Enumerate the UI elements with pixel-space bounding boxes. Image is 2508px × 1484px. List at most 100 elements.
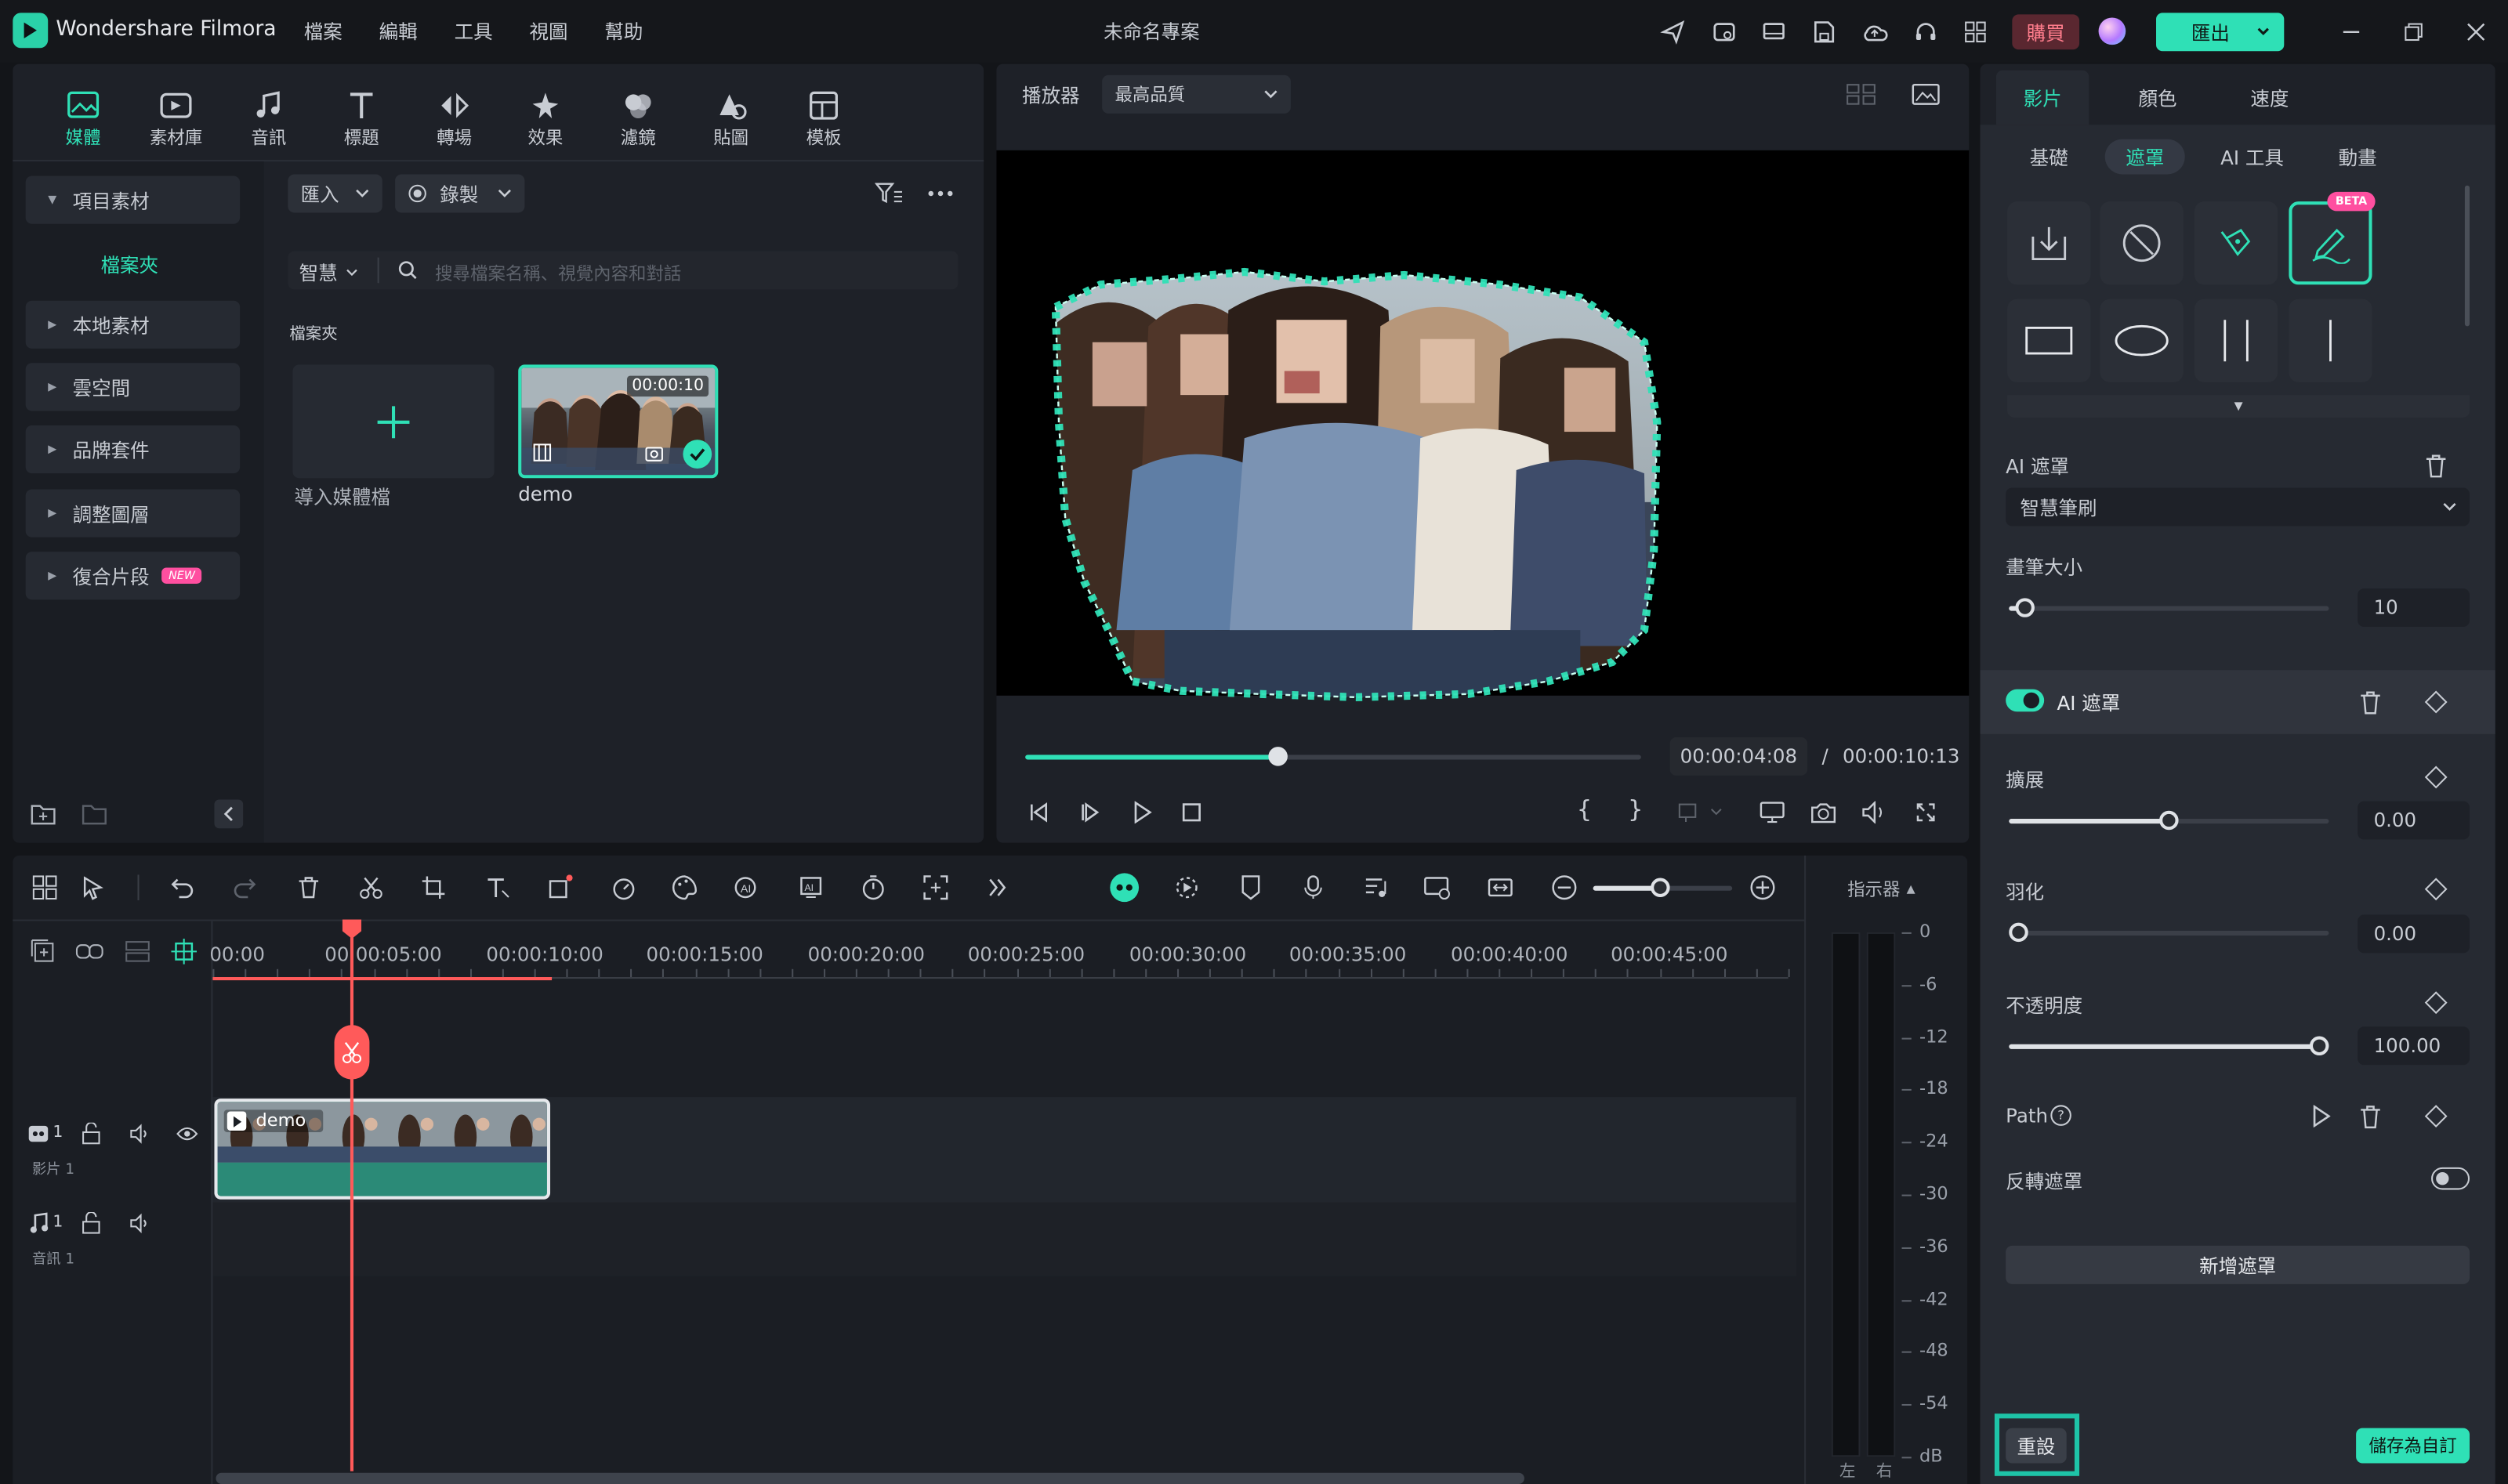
ai-mask-toggle[interactable] <box>2006 689 2045 712</box>
menu-help[interactable]: 幫助 <box>604 17 643 45</box>
folder-icon[interactable] <box>80 799 109 828</box>
split-marker-scissors-icon[interactable] <box>334 1025 370 1080</box>
import-media-tile[interactable] <box>292 364 495 479</box>
shape-icon[interactable] <box>544 871 576 903</box>
tab-templates[interactable]: 模板 <box>785 89 862 150</box>
sidebar-project-media[interactable]: ▼ 項目素材 <box>25 176 241 224</box>
import-dropdown[interactable]: 匯入 <box>288 174 382 213</box>
save-icon[interactable] <box>1807 16 1839 48</box>
mark-out-icon[interactable]: } <box>1629 794 1643 823</box>
smart-search-dropdown[interactable]: 智慧 <box>299 259 359 287</box>
next-frame-icon[interactable] <box>1075 798 1107 827</box>
trash-icon[interactable] <box>2356 688 2385 717</box>
select-cursor-icon[interactable] <box>77 871 109 903</box>
tab-effects[interactable]: 效果 <box>507 89 584 150</box>
speed-icon[interactable] <box>608 871 640 903</box>
current-time-box[interactable]: 00:00:04:08 <box>1669 737 1808 776</box>
brush-size-knob[interactable] <box>2015 598 2035 617</box>
collapse-sidebar-button[interactable] <box>214 799 244 829</box>
delete-icon[interactable] <box>292 871 324 903</box>
tab-titles[interactable]: 標題 <box>323 89 400 150</box>
zoom-in-icon[interactable] <box>1747 871 1779 903</box>
menu-view[interactable]: 視圖 <box>530 17 568 45</box>
mark-in-icon[interactable]: { <box>1577 794 1591 823</box>
tab-stock[interactable]: 素材庫 <box>138 89 215 150</box>
more-options-icon[interactable] <box>925 179 957 208</box>
mask-double-line-button[interactable] <box>2194 299 2278 382</box>
subtab-mask[interactable]: 遮罩 <box>2104 139 2185 175</box>
feather-input[interactable]: 0.00 <box>2358 914 2470 954</box>
subtab-basic[interactable]: 基礎 <box>2009 139 2089 175</box>
timeline-scrollbar-thumb[interactable] <box>216 1472 1524 1484</box>
snapshot-view-icon[interactable] <box>1908 80 1944 109</box>
close-icon[interactable] <box>2460 16 2492 48</box>
expand-input[interactable]: 0.00 <box>2358 801 2470 840</box>
timeline-video-clip[interactable]: demo <box>214 1099 551 1200</box>
insert-icon[interactable] <box>1673 798 1727 827</box>
redo-icon[interactable] <box>229 871 261 903</box>
lock-icon[interactable] <box>78 1211 104 1236</box>
monitor-icon[interactable] <box>1758 16 1790 48</box>
ai-tools-icon[interactable]: AI <box>731 871 763 903</box>
mask-ellipse-button[interactable] <box>2100 299 2184 382</box>
timer-icon[interactable] <box>857 871 890 903</box>
video-frame[interactable] <box>1036 262 1663 704</box>
brush-size-input[interactable]: 10 <box>2358 588 2470 628</box>
player-playhead-knob[interactable] <box>1268 747 1288 766</box>
feather-knob[interactable] <box>2009 922 2028 943</box>
tab-media[interactable]: 媒體 <box>45 89 121 150</box>
headset-icon[interactable] <box>1910 16 1942 48</box>
save-custom-button[interactable]: 儲存為自訂 <box>2356 1428 2470 1464</box>
trash-icon[interactable] <box>2422 451 2451 480</box>
sidebar-item-cloud[interactable]: ▶ 雲空間 <box>25 363 241 411</box>
sidebar-item-local[interactable]: ▶ 本地素材 <box>25 300 241 349</box>
restore-icon[interactable] <box>2397 16 2430 48</box>
zoom-out-icon[interactable] <box>1549 871 1581 903</box>
mask-ai-brush-button[interactable] <box>2289 201 2372 285</box>
apps-grid-icon[interactable] <box>1959 16 1992 48</box>
eye-icon[interactable] <box>174 1121 200 1147</box>
search-input[interactable]: 搜尋檔案名稱、視覺內容和對話 <box>435 261 681 287</box>
opacity-knob[interactable] <box>2309 1036 2329 1056</box>
record-dropdown[interactable]: 錄製 <box>395 174 525 213</box>
sidebar-item-compound[interactable]: ▶ 復合片段 NEW <box>25 552 241 600</box>
menu-file[interactable]: 檔案 <box>304 17 342 45</box>
buy-button[interactable]: 購買 <box>2012 14 2080 50</box>
ai-mask-mode-dropdown[interactable]: 智慧筆刷 <box>2006 487 2470 527</box>
undo-icon[interactable] <box>166 871 198 903</box>
volume-icon[interactable] <box>1858 798 1890 827</box>
minimize-icon[interactable] <box>2336 16 2368 48</box>
tab-filters[interactable]: 濾鏡 <box>600 89 676 150</box>
opacity-input[interactable]: 100.00 <box>2358 1026 2470 1066</box>
invert-mask-toggle[interactable] <box>2431 1167 2470 1190</box>
zoom-slider-knob[interactable] <box>1651 878 1670 897</box>
ai-portrait-icon[interactable]: AI <box>795 871 827 903</box>
subtab-ai-tools[interactable]: AI 工具 <box>2207 139 2296 175</box>
color-palette-icon[interactable] <box>669 871 701 903</box>
stop-icon[interactable] <box>1176 798 1208 827</box>
layout-icon[interactable] <box>29 871 61 903</box>
feather-track[interactable] <box>2009 930 2329 936</box>
tab-audio[interactable]: 音訊 <box>230 89 307 150</box>
split-scissors-icon[interactable] <box>355 871 387 903</box>
mask-rectangle-button[interactable] <box>2007 299 2091 382</box>
play-path-icon[interactable] <box>2307 1102 2336 1131</box>
trash-icon[interactable] <box>2356 1102 2385 1131</box>
avatar[interactable] <box>2098 17 2126 45</box>
reset-button[interactable]: 重設 <box>2006 1428 2067 1464</box>
tab-transitions[interactable]: 轉場 <box>416 89 493 150</box>
lock-icon[interactable] <box>78 1121 104 1147</box>
motion-track-icon[interactable] <box>919 871 951 903</box>
mute-speaker-icon[interactable] <box>128 1211 154 1236</box>
microphone-icon[interactable] <box>1297 871 1329 903</box>
play-icon[interactable] <box>1126 798 1158 827</box>
media-clip-thumbnail[interactable]: 00:00:10 <box>518 364 719 479</box>
export-button[interactable]: 匯出 <box>2156 13 2285 52</box>
audio-ducking-icon[interactable] <box>1360 871 1392 903</box>
sidebar-item-adjustment[interactable]: ▶ 調整圖層 <box>25 489 241 537</box>
mute-speaker-icon[interactable] <box>128 1121 154 1147</box>
mask-import-button[interactable] <box>2007 201 2091 285</box>
cart-icon[interactable] <box>1709 16 1741 48</box>
expand-knob[interactable] <box>2159 810 2179 831</box>
mask-single-line-button[interactable] <box>2289 299 2372 382</box>
